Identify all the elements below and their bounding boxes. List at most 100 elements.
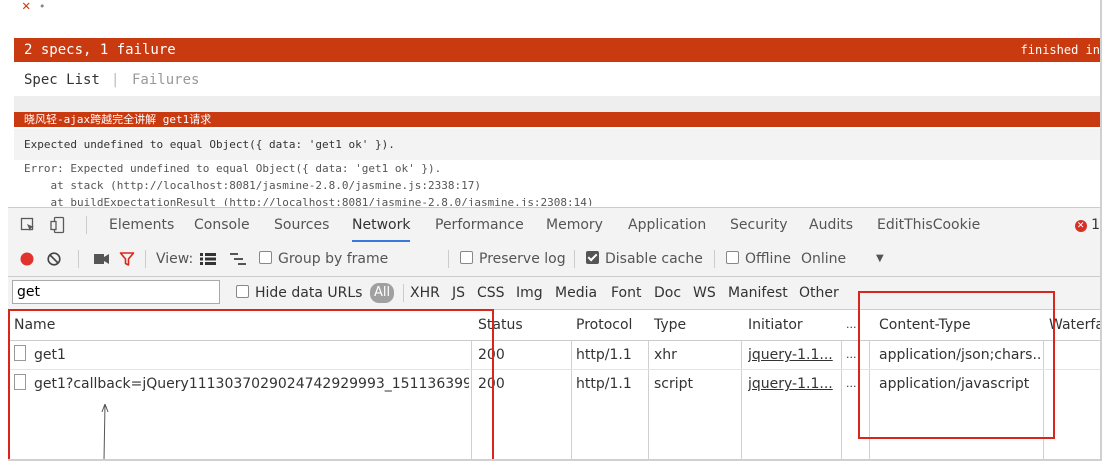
clear-icon[interactable]: [47, 252, 61, 266]
tab-editthiscookie[interactable]: EditThisCookie: [877, 208, 980, 242]
hide-data-urls-checkbox[interactable]: Hide data URLs: [236, 277, 362, 309]
group-by-frame-label: Group by frame: [278, 251, 389, 267]
failure-message-text: Expected undefined to equal Object({ dat…: [24, 138, 395, 151]
request-content-type: application/json;chars...: [879, 347, 1041, 363]
screenshot-frame: ✕ • 2 specs, 1 failure finished in Spec …: [8, 0, 1102, 461]
tab-console[interactable]: Console: [194, 208, 250, 242]
request-protocol: http/1.1: [576, 347, 632, 363]
offline-label: Offline: [745, 251, 791, 267]
request-type: script: [654, 376, 694, 392]
failed-spec-symbol[interactable]: ✕: [22, 0, 30, 14]
failures-link[interactable]: Failures: [132, 64, 199, 96]
tab-audits[interactable]: Audits: [809, 208, 853, 242]
request-more: ...: [846, 377, 857, 390]
throttling-select[interactable]: Online: [801, 242, 846, 276]
filter-separator: [403, 284, 404, 302]
document-icon: [14, 374, 26, 390]
error-counter[interactable]: ✕ 1: [1074, 208, 1100, 242]
spec-list-link[interactable]: Spec List: [24, 64, 100, 96]
filter-js[interactable]: JS: [452, 277, 465, 309]
stack-line: Error: Expected undefined to equal Objec…: [24, 162, 442, 175]
col-header-content-type[interactable]: Content-Type: [879, 310, 971, 341]
menu-separator: |: [111, 72, 120, 88]
error-icon: ✕: [1074, 220, 1087, 232]
request-protocol: http/1.1: [576, 376, 632, 392]
filter-all-button[interactable]: All: [370, 283, 395, 303]
network-toolbar: View: Group by frame Preserve log Disabl…: [8, 242, 1100, 277]
stack-line: at stack (http://localhost:8081/jasmine-…: [24, 179, 481, 192]
col-header-name[interactable]: Name: [14, 310, 56, 341]
filter-font[interactable]: Font: [611, 277, 641, 309]
duration-text: finished in: [1020, 43, 1100, 57]
col-header-status[interactable]: Status: [478, 310, 523, 341]
device-toolbar-icon[interactable]: [50, 216, 66, 234]
checkbox-icon: [726, 251, 739, 264]
request-name: get1: [34, 347, 66, 363]
preserve-log-label: Preserve log: [479, 251, 566, 267]
jasmine-menu: Spec List | Failures: [14, 64, 1100, 96]
view-label: View:: [156, 251, 194, 267]
col-header-more[interactable]: ...: [846, 310, 857, 341]
checkbox-icon: [236, 285, 249, 298]
network-filter-bar: Hide data URLs All XHR JS CSS Img Media …: [8, 277, 1100, 310]
toolbar-separator: [145, 250, 146, 268]
request-type: xhr: [654, 347, 677, 363]
overview-icon[interactable]: [230, 253, 246, 265]
document-icon: [14, 345, 26, 361]
large-request-rows-icon[interactable]: [200, 253, 216, 265]
request-content-type: application/javascript: [879, 376, 1030, 392]
tab-performance[interactable]: Performance: [435, 208, 524, 242]
jasmine-failure-bar: 2 specs, 1 failure finished in: [14, 38, 1100, 62]
group-by-frame-checkbox[interactable]: Group by frame: [259, 242, 388, 276]
request-status: 200: [478, 347, 505, 363]
tab-memory[interactable]: Memory: [546, 208, 603, 242]
tab-elements[interactable]: Elements: [109, 208, 174, 242]
filter-icon[interactable]: [119, 251, 135, 267]
filter-other[interactable]: Other: [799, 277, 839, 309]
filter-doc[interactable]: Doc: [654, 277, 681, 309]
filter-img[interactable]: Img: [516, 277, 543, 309]
filter-ws[interactable]: WS: [693, 277, 716, 309]
tab-separator: [86, 216, 87, 234]
filter-xhr[interactable]: XHR: [410, 277, 440, 309]
spec-summary: 2 specs, 1 failure: [24, 42, 176, 58]
request-initiator-link[interactable]: jquery-1.1...: [748, 341, 833, 369]
col-header-type[interactable]: Type: [654, 310, 687, 341]
preserve-log-checkbox[interactable]: Preserve log: [460, 242, 566, 276]
filter-manifest[interactable]: Manifest: [728, 277, 788, 309]
inspect-element-icon[interactable]: [20, 217, 36, 233]
request-more: ...: [846, 348, 857, 361]
error-count: 1: [1091, 217, 1100, 233]
checkbox-checked-icon: [586, 251, 599, 264]
chevron-down-icon[interactable]: ▼: [876, 242, 884, 276]
col-header-waterfall[interactable]: Waterfa: [1049, 310, 1100, 341]
col-header-protocol[interactable]: Protocol: [576, 310, 633, 341]
tab-security[interactable]: Security: [730, 208, 788, 242]
failed-spec-link[interactable]: 晓风轻-ajax跨越完全讲解 get1请求: [14, 113, 211, 126]
request-initiator-link[interactable]: jquery-1.1...: [748, 370, 833, 398]
table-row-name[interactable]: get1?callback=jQuery11130370290247429299…: [14, 370, 469, 398]
passed-spec-symbol[interactable]: •: [39, 0, 46, 13]
failed-spec-description: 晓风轻-ajax跨越完全讲解 get1请求: [14, 112, 1100, 127]
capture-screenshots-icon[interactable]: [94, 253, 110, 265]
spec-status-symbols: ✕ •: [22, 0, 46, 14]
toolbar-separator: [448, 250, 449, 268]
checkbox-icon: [460, 251, 473, 264]
record-icon[interactable]: [20, 252, 34, 266]
offline-checkbox[interactable]: Offline: [726, 242, 791, 276]
filter-input[interactable]: [12, 280, 220, 304]
devtools-tab-bar: Elements Console Sources Network Perform…: [8, 207, 1100, 243]
tab-application[interactable]: Application: [628, 208, 706, 242]
toolbar-separator: [574, 250, 575, 268]
stack-trace: Error: Expected undefined to equal Objec…: [14, 160, 1100, 206]
failure-message: Expected undefined to equal Object({ dat…: [14, 129, 1100, 160]
filter-media[interactable]: Media: [555, 277, 597, 309]
tab-sources[interactable]: Sources: [274, 208, 329, 242]
tab-network[interactable]: Network: [352, 208, 411, 242]
stack-line: at buildExpectationResult (http://localh…: [24, 196, 594, 206]
cursor-pointer-icon: [101, 403, 109, 459]
disable-cache-checkbox[interactable]: Disable cache: [586, 242, 703, 276]
col-header-initiator[interactable]: Initiator: [748, 310, 803, 341]
table-row-name[interactable]: get1: [14, 341, 464, 369]
filter-css[interactable]: CSS: [477, 277, 505, 309]
